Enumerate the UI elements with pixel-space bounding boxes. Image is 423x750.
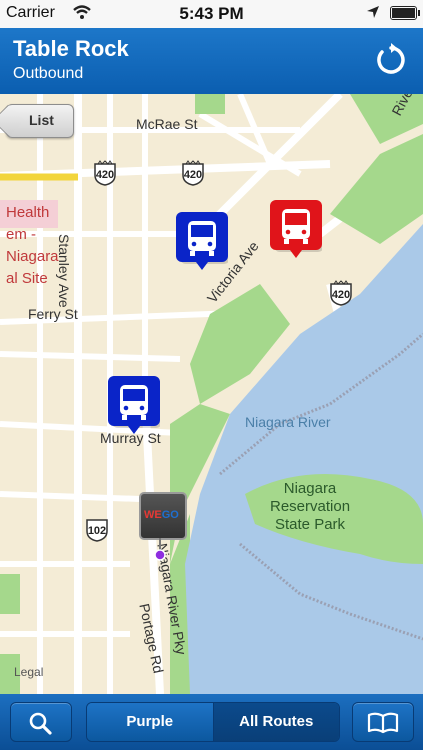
- street-label-mcrae: McRae St: [136, 116, 198, 132]
- segment-purple[interactable]: Purple: [87, 703, 214, 741]
- segment-all-routes[interactable]: All Routes: [213, 703, 339, 741]
- poi-line: al Site: [6, 270, 48, 287]
- refresh-icon[interactable]: [373, 42, 409, 78]
- park-label: Niagara Reservation State Park: [270, 480, 351, 533]
- book-icon: [367, 712, 399, 734]
- stop-marker[interactable]: WEGO: [139, 492, 187, 540]
- highway-shield: 420: [92, 160, 118, 186]
- search-icon: [29, 712, 52, 735]
- shield-number: 420: [183, 169, 203, 181]
- street-label-ferry: Ferry St: [28, 306, 78, 322]
- bus-marker-blue[interactable]: [176, 212, 228, 272]
- bus-marker-red[interactable]: [270, 200, 322, 260]
- clock: 5:43 PM: [179, 4, 244, 23]
- highway-shield: 102: [84, 516, 110, 542]
- map-view[interactable]: McRae St Stanley Ave Victoria Ave Ferry …: [0, 94, 423, 694]
- poi-line: em -: [6, 226, 36, 243]
- back-arrow-shape: [0, 104, 25, 137]
- map-canvas: [0, 94, 423, 694]
- route-title: Table Rock: [13, 36, 129, 61]
- search-button[interactable]: [10, 702, 72, 742]
- list-button-label: List: [29, 112, 54, 128]
- highway-shield: 420: [180, 160, 206, 186]
- shield-number: 420: [331, 289, 351, 301]
- status-bar: Carrier 5:43 PM: [0, 0, 423, 28]
- poi-label: Health em - Niagara al Site: [6, 202, 59, 290]
- bus-marker-blue[interactable]: [108, 376, 160, 436]
- direction-subtitle: Outbound: [13, 65, 84, 82]
- bottom-toolbar: Purple All Routes: [0, 694, 423, 750]
- stop-pin-icon: [154, 538, 166, 561]
- legal-link[interactable]: Legal: [14, 665, 43, 679]
- highway-shield: 420: [328, 280, 354, 306]
- water-label: Niagara River: [245, 414, 331, 430]
- battery-icon: [390, 6, 420, 20]
- shield-number: 420: [95, 169, 115, 181]
- list-button[interactable]: List: [0, 104, 74, 138]
- location-arrow-icon: [367, 6, 379, 18]
- shield-number: 102: [87, 525, 107, 537]
- route-segmented-control: Purple All Routes: [86, 702, 340, 742]
- book-button[interactable]: [352, 702, 414, 742]
- poi-line: Health: [6, 204, 50, 221]
- poi-line: Niagara: [6, 248, 59, 265]
- navigation-bar: Table Rock Outbound: [0, 28, 423, 94]
- stop-marker-text: WEGO: [144, 509, 179, 521]
